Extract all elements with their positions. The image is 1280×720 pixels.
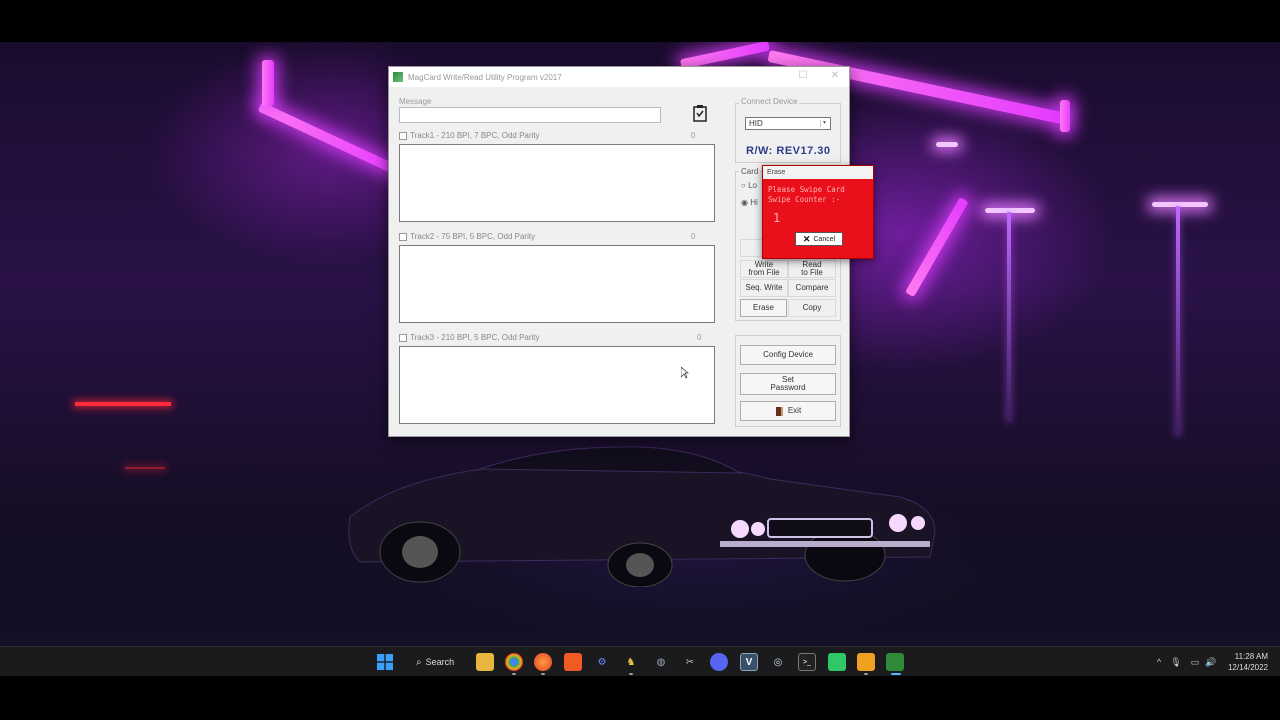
app-icon-6[interactable]: ◍ xyxy=(652,653,670,671)
app-icon-5[interactable]: ♞ xyxy=(622,653,640,671)
start-button[interactable] xyxy=(376,653,394,671)
taskbar-search[interactable]: ⌕ Search xyxy=(412,652,468,672)
app-icon xyxy=(393,72,403,82)
title-bar[interactable]: MagCard Write/Read Utility Program v2017… xyxy=(389,67,849,87)
settings-app-icon[interactable]: ⚙ xyxy=(593,653,611,671)
track3-textarea[interactable] xyxy=(399,346,715,424)
track3-label: Track3 - 210 BPI, 5 BPC, Odd Parity xyxy=(410,333,540,342)
discord-icon[interactable] xyxy=(710,653,728,671)
device-select[interactable]: HID ▾ xyxy=(745,117,831,130)
connect-device-label: Connect Device xyxy=(739,97,800,106)
track3-title[interactable]: Track3 - 210 BPI, 5 BPC, Odd Parity xyxy=(399,333,540,342)
exit-door-icon xyxy=(775,406,783,416)
screen: MagCard Write/Read Utility Program v2017… xyxy=(0,0,1280,720)
device-select-value: HID xyxy=(749,119,763,128)
vim-icon[interactable]: V xyxy=(740,653,758,671)
copy-button[interactable]: Copy xyxy=(788,299,836,317)
track2-textarea[interactable] xyxy=(399,245,715,323)
chrome-icon[interactable] xyxy=(505,653,523,671)
swipe-counter: 1 xyxy=(773,211,781,225)
message-field[interactable] xyxy=(399,107,661,123)
terminal-icon[interactable]: >_ xyxy=(798,653,816,671)
erase-button[interactable]: Erase xyxy=(740,299,787,317)
volume-icon[interactable]: 🔊 xyxy=(1202,653,1220,671)
erase-swipe-dialog: Erase Please Swipe Card Swipe Counter :-… xyxy=(762,165,874,259)
track2-label: Track2 - 75 BPI, 5 BPC, Odd Parity xyxy=(410,232,536,241)
set-password-button[interactable]: Set Password xyxy=(740,373,836,395)
swipe-message: Please Swipe Card Swipe Counter :- xyxy=(768,185,845,204)
card-option-hi[interactable]: ◉ Hi xyxy=(741,198,758,207)
track2-title[interactable]: Track2 - 75 BPI, 5 BPC, Odd Parity xyxy=(399,232,535,241)
brave-icon[interactable] xyxy=(564,653,582,671)
close-button[interactable]: ✕ xyxy=(825,70,845,81)
magcard-taskbar-icon[interactable] xyxy=(886,653,904,671)
message-label: Message xyxy=(399,97,432,106)
track2-checkbox[interactable] xyxy=(399,232,407,241)
card-label: Card xyxy=(739,167,761,176)
firefox-icon[interactable] xyxy=(534,653,552,671)
search-label: Search xyxy=(425,657,455,667)
window-title: MagCard Write/Read Utility Program v2017 xyxy=(408,72,562,82)
read-to-file-button[interactable]: Read to File xyxy=(788,260,836,278)
taskbar-time[interactable]: 11:28 AM xyxy=(1220,652,1268,661)
reader-revision: R/W: REV17.30 xyxy=(746,145,831,157)
config-device-button[interactable]: Config Device xyxy=(740,345,836,365)
exit-button[interactable]: Exit xyxy=(740,401,836,421)
track1-textarea[interactable] xyxy=(399,144,715,222)
clipboard-button[interactable] xyxy=(689,102,711,124)
microphone-icon[interactable]: 🎙 xyxy=(1167,653,1185,671)
card-option-lo[interactable]: ○ Lo xyxy=(741,181,757,190)
app-icon-7[interactable]: ✂ xyxy=(681,653,699,671)
car-image xyxy=(348,446,936,587)
track1-checkbox[interactable] xyxy=(399,131,407,140)
windows-logo-icon xyxy=(377,654,393,670)
maximize-button[interactable]: ☐ xyxy=(793,70,813,81)
chevron-down-icon: ▾ xyxy=(820,120,828,127)
taskbar: ⌕ Search ⚙ ♞ ◍ ✂ V ◎ >_ ^ 🎙 ▭ 🔊 11:28 AM… xyxy=(0,646,1280,676)
compare-button[interactable]: Compare xyxy=(788,279,836,297)
track1-count: 0 xyxy=(691,131,696,140)
write-from-file-button[interactable]: Write from File xyxy=(740,260,788,278)
cancel-button[interactable]: ✕ Cancel xyxy=(795,232,843,246)
track1-label: Track1 - 210 BPI, 7 BPC, Odd Parity xyxy=(410,131,540,140)
close-x-icon: ✕ xyxy=(802,233,811,244)
mouse-cursor-icon xyxy=(681,367,689,379)
track3-count: 0 xyxy=(697,333,702,342)
app-icon-12[interactable] xyxy=(857,653,875,671)
track3-checkbox[interactable] xyxy=(399,333,407,342)
taskbar-date[interactable]: 12/14/2022 xyxy=(1220,663,1268,672)
track2-count: 0 xyxy=(691,232,696,241)
clipboard-icon xyxy=(693,105,707,122)
cancel-label: Cancel xyxy=(813,235,836,243)
dialog-title: Erase xyxy=(763,166,873,179)
seq-write-button[interactable]: Seq. Write xyxy=(740,279,788,297)
search-icon: ⌕ xyxy=(416,656,422,668)
app-icon-11[interactable] xyxy=(828,653,846,671)
track1-title[interactable]: Track1 - 210 BPI, 7 BPC, Odd Parity xyxy=(399,131,540,140)
steam-icon[interactable]: ◎ xyxy=(769,653,787,671)
exit-label: Exit xyxy=(787,406,802,415)
chevron-up-icon[interactable]: ^ xyxy=(1150,653,1168,671)
file-explorer-icon[interactable] xyxy=(476,653,494,671)
